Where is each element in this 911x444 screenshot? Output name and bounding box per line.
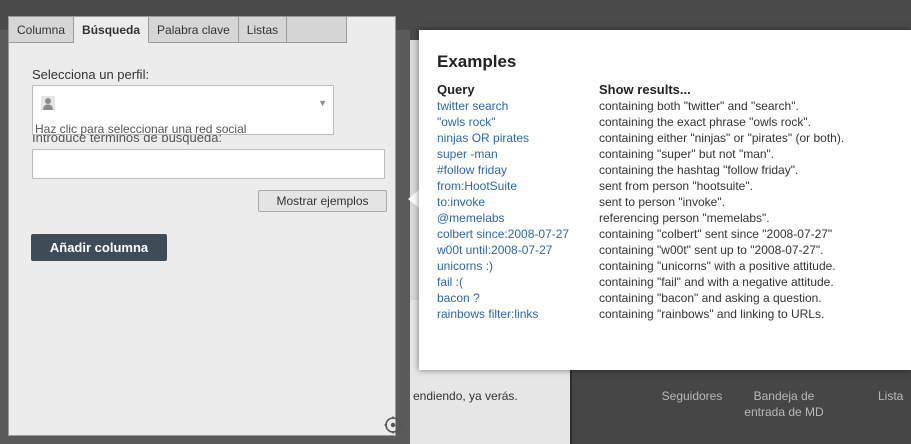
example-description: containing the exact phrase "owls rock". xyxy=(599,115,811,129)
example-description: containing "super" but not "man". xyxy=(599,147,775,161)
tab-keyword[interactable]: Palabra clave xyxy=(149,17,239,43)
example-description: containing "fail" and with a negative at… xyxy=(599,275,834,289)
example-row: "owls rock" containing the exact phrase … xyxy=(419,114,911,130)
example-description: containing both "twitter" and "search". xyxy=(599,99,799,113)
example-row: to:invoke sent to person "invoke". xyxy=(419,194,911,210)
example-description: containing either "ninjas" or "pirates" … xyxy=(599,131,845,145)
example-row: fail :( containing "fail" and with a neg… xyxy=(419,274,911,290)
example-row: ninjas OR pirates containing either "nin… xyxy=(419,130,911,146)
example-row: super -man containing "super" but not "m… xyxy=(419,146,911,162)
stat-lists[interactable]: Lista xyxy=(878,388,911,404)
add-column-panel: Columna Búsqueda Palabra clave Listas Se… xyxy=(8,16,402,436)
tab-bar-spacer xyxy=(287,17,348,43)
tab-bar: Columna Búsqueda Palabra clave Listas xyxy=(9,17,348,43)
example-query-link[interactable]: #follow friday xyxy=(437,162,507,178)
example-query-link[interactable]: w00t until:2008-07-27 xyxy=(437,242,552,258)
example-query-link[interactable]: @memelabs xyxy=(437,210,505,226)
example-query-link[interactable]: ninjas OR pirates xyxy=(437,130,529,146)
results-column-header: Show results... xyxy=(599,82,691,97)
example-description: containing the hashtag "follow friday". xyxy=(599,163,799,177)
example-query-link[interactable]: super -man xyxy=(437,146,498,162)
stat-dm-inbox[interactable]: Bandeja de entrada de MD xyxy=(742,388,826,420)
profile-label: Selecciona un perfil: xyxy=(32,67,150,82)
example-query-link[interactable]: unicorns :) xyxy=(437,258,493,274)
examples-popup: Examples Query Show results... twitter s… xyxy=(419,30,911,370)
example-row: w00t until:2008-07-27 containing "w00t" … xyxy=(419,242,911,258)
search-input[interactable] xyxy=(32,149,385,179)
tab-search[interactable]: Búsqueda xyxy=(74,17,150,43)
example-description: sent from person "hootsuite". xyxy=(599,179,753,193)
example-query-link[interactable]: fail :( xyxy=(437,274,463,290)
tab-lists[interactable]: Listas xyxy=(238,17,288,43)
tab-column[interactable]: Columna xyxy=(9,17,75,43)
example-description: containing "bacon" and asking a question… xyxy=(599,291,822,305)
add-column-button[interactable]: Añadir columna xyxy=(31,234,167,261)
example-description: referencing person "memelabs". xyxy=(599,211,770,225)
example-query-link[interactable]: bacon ? xyxy=(437,290,480,306)
example-description: containing "rainbows" and linking to URL… xyxy=(599,307,825,321)
popup-title: Examples xyxy=(437,52,517,71)
example-description: sent to person "invoke". xyxy=(599,195,725,209)
example-query-link[interactable]: colbert since:2008-07-27 xyxy=(437,226,569,242)
stream-text: endiendo, ya verás. xyxy=(413,389,518,403)
stat-followers[interactable]: Seguidores xyxy=(652,388,732,404)
example-description: containing "unicorns" with a positive at… xyxy=(599,259,836,273)
example-query-link[interactable]: twitter search xyxy=(437,98,508,114)
example-query-link[interactable]: "owls rock" xyxy=(437,114,496,130)
example-query-link[interactable]: from:HootSuite xyxy=(437,178,517,194)
example-row: unicorns :) containing "unicorns" with a… xyxy=(419,258,911,274)
profile-hint: Haz clic para seleccionar una red social xyxy=(35,122,247,136)
example-row: rainbows filter:links containing "rainbo… xyxy=(419,306,911,322)
example-row: from:HootSuite sent from person "hootsui… xyxy=(419,178,911,194)
chevron-down-icon[interactable]: ▼ xyxy=(318,98,327,108)
example-row: #follow friday containing the hashtag "f… xyxy=(419,162,911,178)
profile-selector[interactable]: ▼ Haz clic para seleccionar una red soci… xyxy=(32,85,334,136)
popup-pointer xyxy=(408,190,419,208)
show-examples-button[interactable]: Mostrar ejemplos xyxy=(258,190,387,212)
example-row: twitter search containing both "twitter"… xyxy=(419,98,911,114)
query-column-header: Query xyxy=(437,82,475,97)
example-query-link[interactable]: rainbows filter:links xyxy=(437,306,538,322)
example-row: colbert since:2008-07-27 containing "col… xyxy=(419,226,911,242)
example-query-link[interactable]: to:invoke xyxy=(437,194,485,210)
example-row: bacon ? containing "bacon" and asking a … xyxy=(419,290,911,306)
avatar-icon xyxy=(41,96,55,110)
example-description: containing "w00t" sent up to "2008-07-27… xyxy=(599,243,824,257)
example-row: @memelabs referencing person "memelabs". xyxy=(419,210,911,226)
example-description: containing "colbert" sent since "2008-07… xyxy=(599,227,833,241)
settings-icon[interactable] xyxy=(384,416,402,434)
